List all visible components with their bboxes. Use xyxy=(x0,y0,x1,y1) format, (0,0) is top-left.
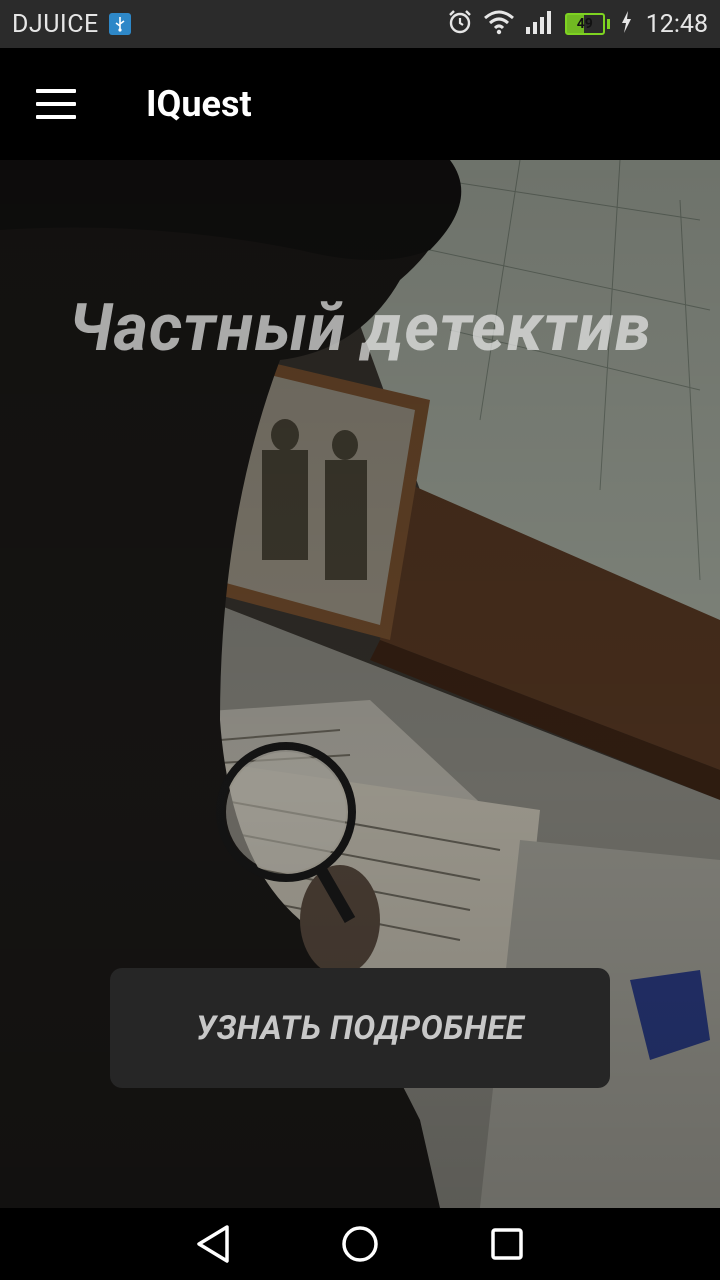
navigation-bar xyxy=(0,1208,720,1280)
battery-tip xyxy=(606,19,610,29)
alarm-icon xyxy=(447,9,473,39)
back-icon[interactable] xyxy=(189,1220,237,1268)
battery-level: 49 xyxy=(576,16,593,32)
signal-icon xyxy=(525,9,555,39)
hamburger-menu-icon[interactable] xyxy=(36,89,76,119)
menu-line xyxy=(36,102,76,106)
app-title: IQuest xyxy=(146,83,252,125)
app-bar: IQuest xyxy=(0,48,720,160)
charging-icon xyxy=(620,10,632,38)
wifi-icon xyxy=(483,9,515,39)
recents-icon[interactable] xyxy=(483,1220,531,1268)
clock: 12:48 xyxy=(645,9,708,39)
menu-line xyxy=(36,89,76,93)
home-icon[interactable] xyxy=(336,1220,384,1268)
hero-section: Частный детектив УЗНАТЬ ПОДРОБНЕЕ xyxy=(0,160,720,1208)
status-icons: 49 12:48 xyxy=(447,9,708,39)
battery-icon: 49 xyxy=(564,13,605,35)
menu-line xyxy=(36,115,76,119)
hero-title: Частный детектив xyxy=(68,290,652,367)
carrier-name: DJUICE xyxy=(12,9,99,39)
usb-icon xyxy=(108,13,131,35)
learn-more-button[interactable]: УЗНАТЬ ПОДРОБНЕЕ xyxy=(110,968,610,1088)
status-bar: DJUICE 49 12:48 xyxy=(0,0,720,48)
